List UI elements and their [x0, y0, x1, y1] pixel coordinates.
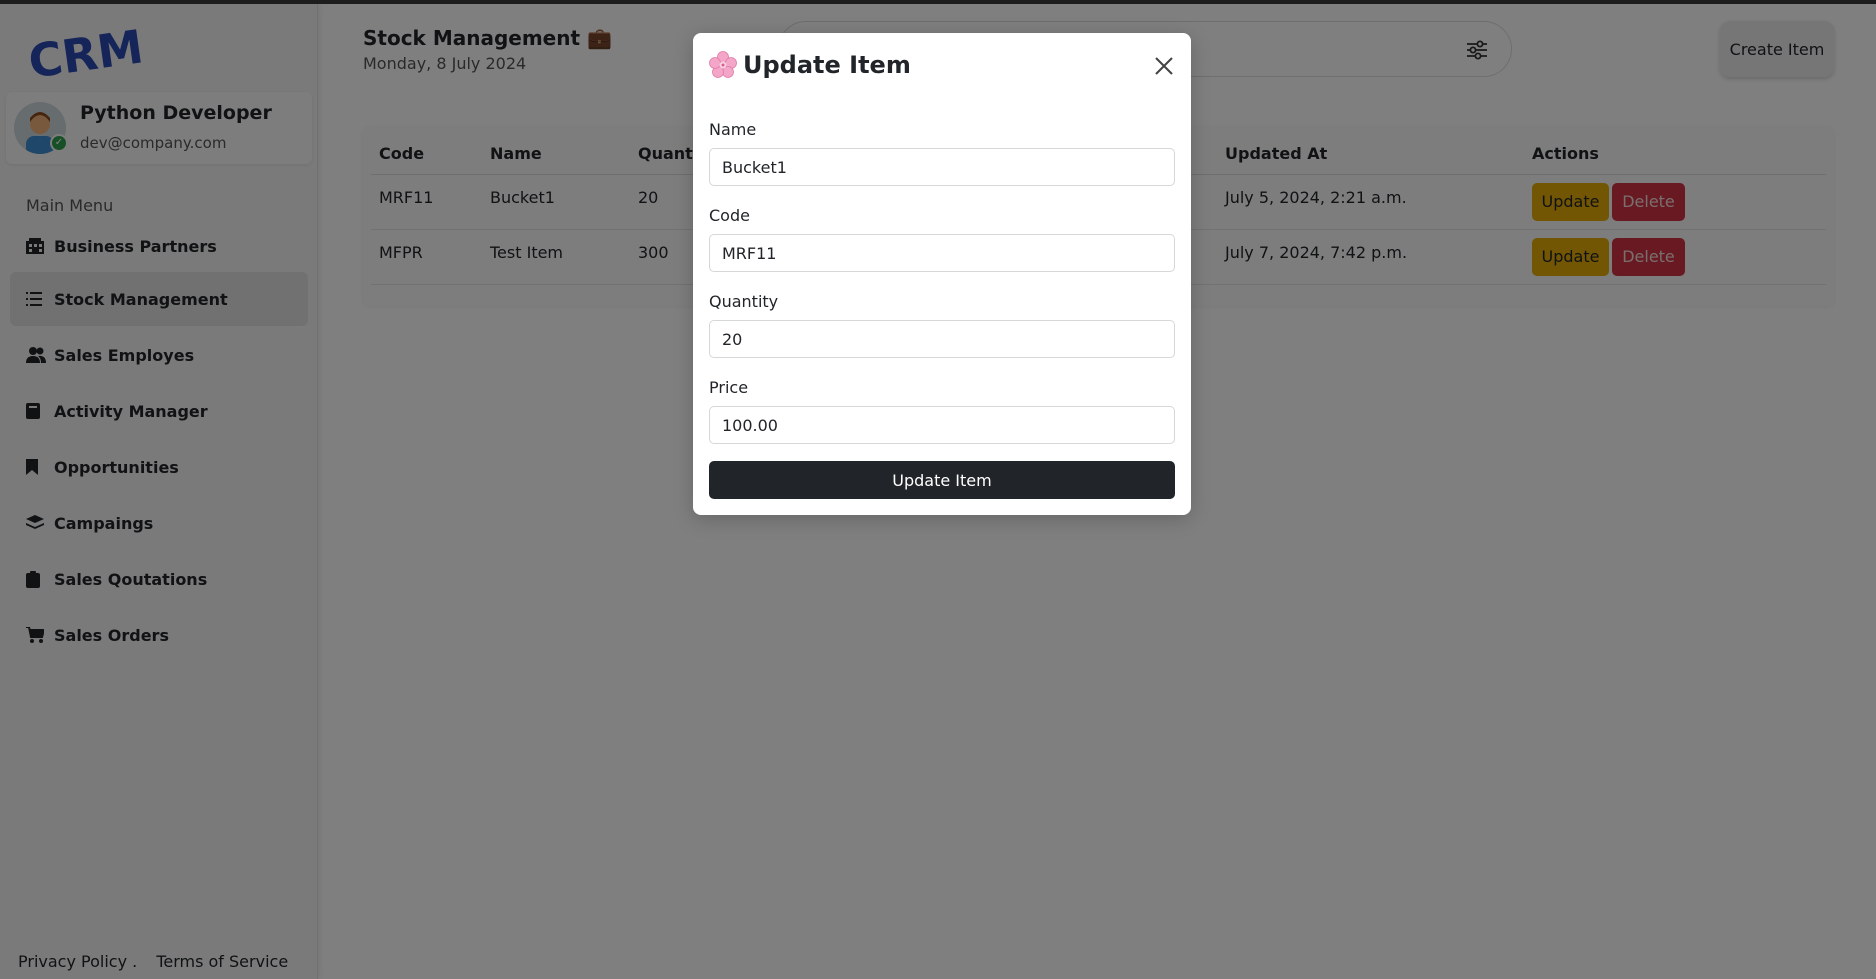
code-label: Code: [709, 206, 750, 225]
price-label: Price: [709, 378, 749, 397]
modal-title: Update Item: [709, 51, 911, 79]
modal-title-text: Update Item: [743, 51, 911, 79]
quantity-field[interactable]: [709, 320, 1175, 358]
code-field[interactable]: [709, 234, 1175, 272]
price-field[interactable]: [709, 406, 1175, 444]
quantity-label: Quantity: [709, 292, 779, 311]
update-item-modal: Update Item Name Code Quantity Price Upd…: [693, 33, 1191, 515]
name-field[interactable]: [709, 148, 1175, 186]
cherry-blossom-icon: [709, 51, 737, 78]
close-icon[interactable]: [1151, 53, 1177, 79]
name-label: Name: [709, 120, 757, 139]
update-item-submit-button[interactable]: Update Item: [709, 461, 1175, 499]
